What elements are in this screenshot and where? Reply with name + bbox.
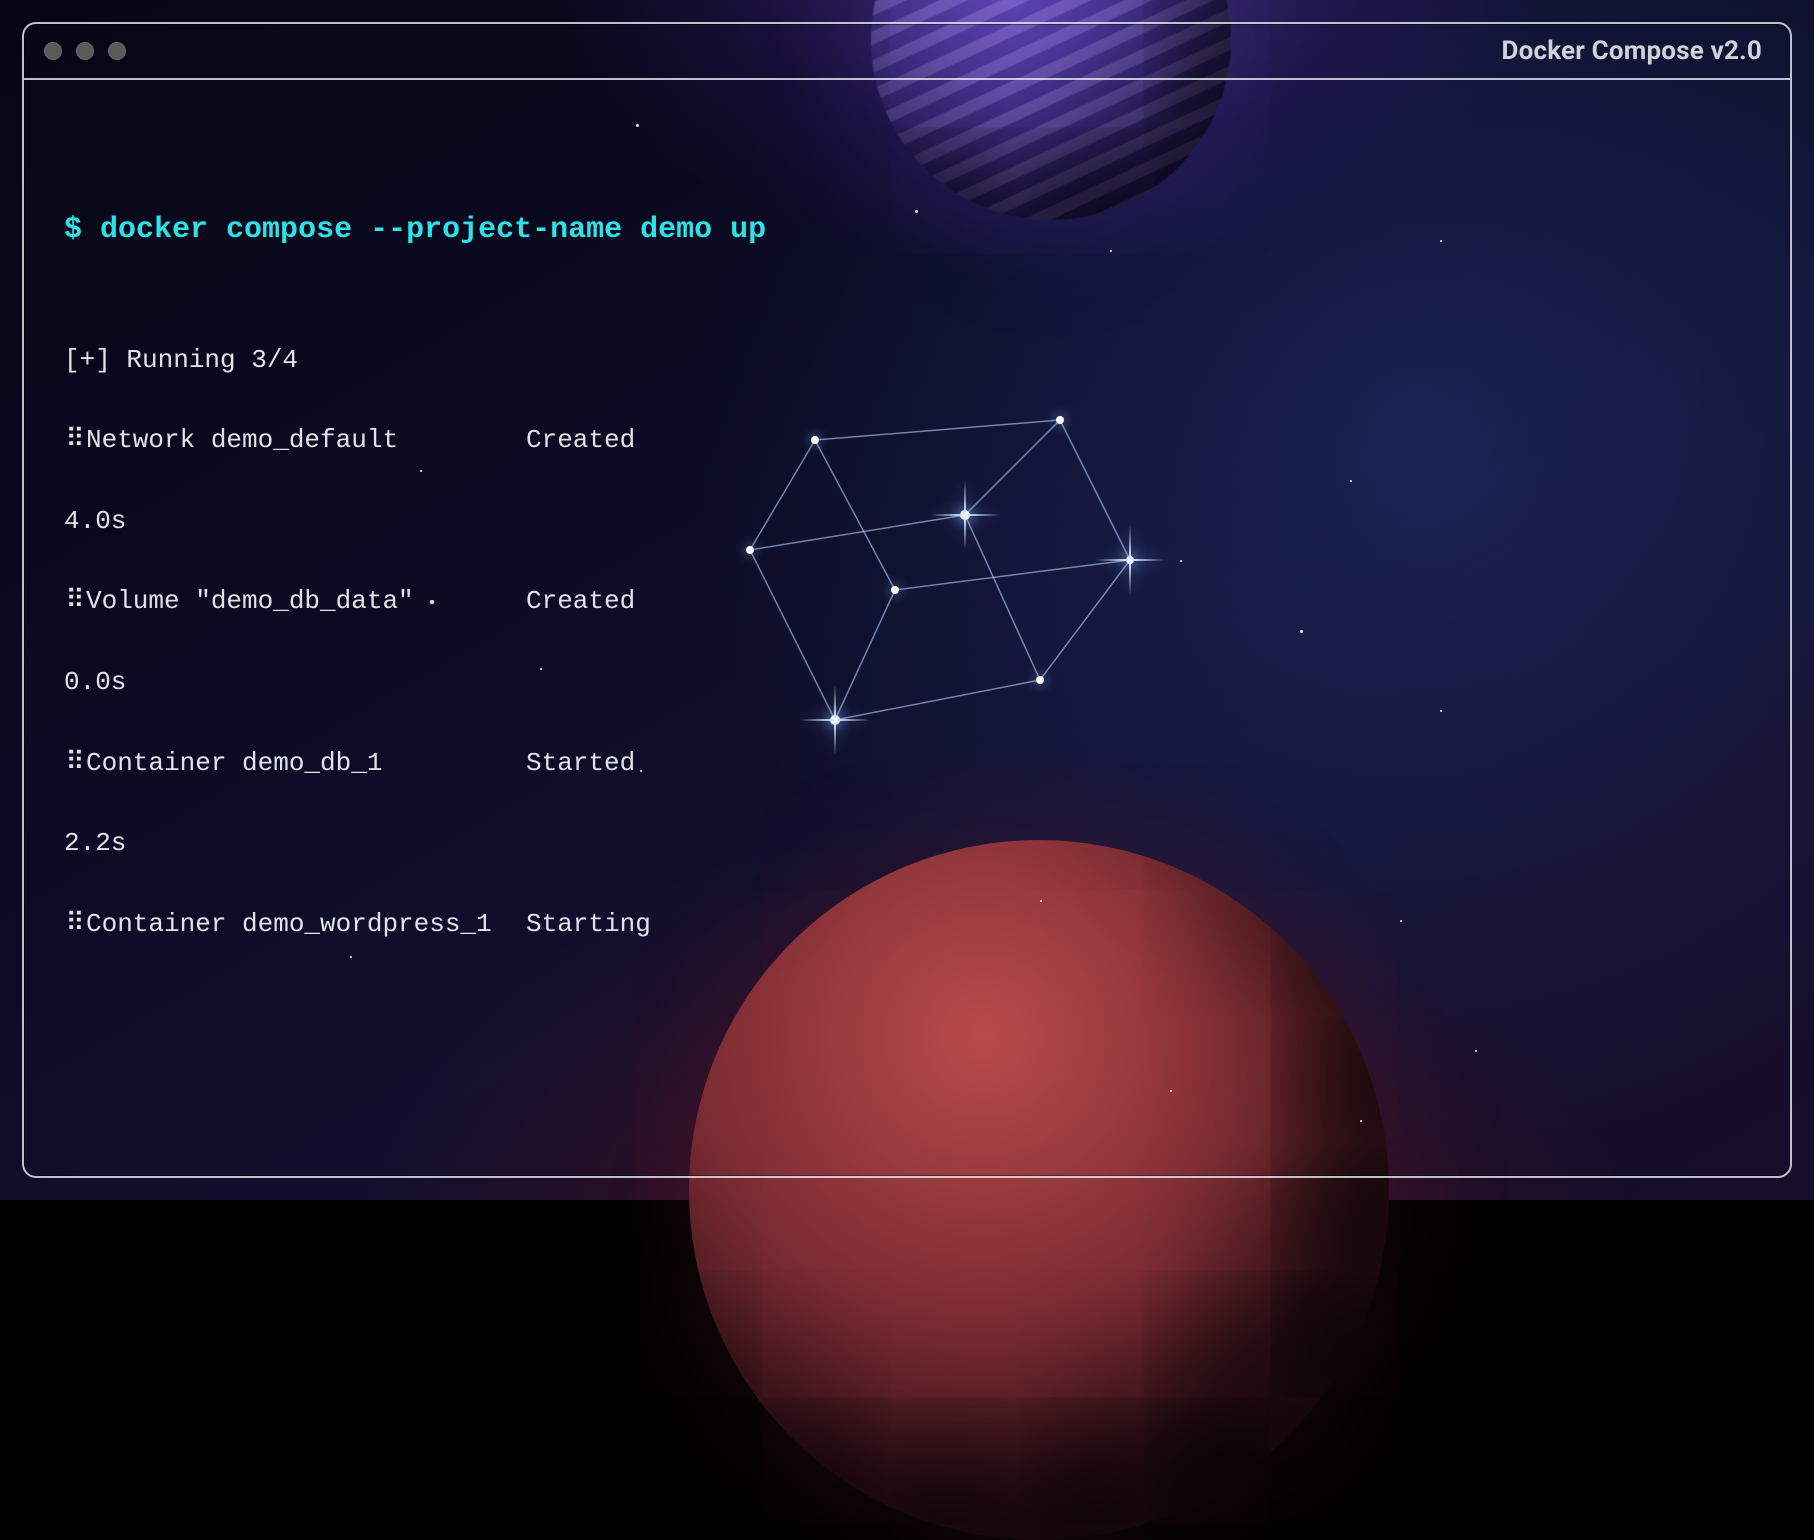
prompt-symbol: $: [64, 213, 82, 247]
terminal-window: Docker Compose v2.0 $ docker compose --p…: [22, 22, 1792, 1178]
resource-state: Created: [526, 581, 706, 621]
spinner-icon: ⠿: [64, 743, 86, 783]
zoom-icon[interactable]: [108, 42, 126, 60]
resource-label: Network demo_default: [86, 420, 526, 460]
command-line: $ docker compose --project-name demo up: [64, 207, 1750, 254]
running-status: [+] Running 3/4: [64, 340, 1750, 380]
resource-state: Starting: [526, 904, 706, 944]
elapsed-time: 0.0s: [64, 662, 1750, 702]
terminal-body[interactable]: $ docker compose --project-name demo up …: [24, 80, 1790, 1176]
spinner-icon: ⠿: [64, 581, 86, 621]
resource-state: Created: [526, 420, 706, 460]
elapsed-time: 2.2s: [64, 823, 1750, 863]
spinner-icon: ⠿: [64, 904, 86, 944]
elapsed-time: 4.0s: [64, 501, 1750, 541]
command-text: docker compose --project-name demo up: [100, 213, 766, 247]
resource-state: Started: [526, 743, 706, 783]
traffic-lights[interactable]: [44, 42, 126, 60]
progress-row: ⠿ Container demo_db_1Started: [64, 743, 1750, 783]
progress-row: ⠿ Container demo_wordpress_1Starting: [64, 904, 1750, 944]
resource-label: Container demo_db_1: [86, 743, 526, 783]
resource-label: Volume "demo_db_data": [86, 581, 526, 621]
close-icon[interactable]: [44, 42, 62, 60]
progress-row: ⠿ Network demo_defaultCreated: [64, 420, 1750, 460]
progress-row: ⠿ Volume "demo_db_data"Created: [64, 581, 1750, 621]
spinner-icon: ⠿: [64, 420, 86, 460]
window-titlebar: Docker Compose v2.0: [24, 24, 1790, 80]
window-title: Docker Compose v2.0: [1502, 36, 1763, 66]
minimize-icon[interactable]: [76, 42, 94, 60]
resource-label: Container demo_wordpress_1: [86, 904, 526, 944]
